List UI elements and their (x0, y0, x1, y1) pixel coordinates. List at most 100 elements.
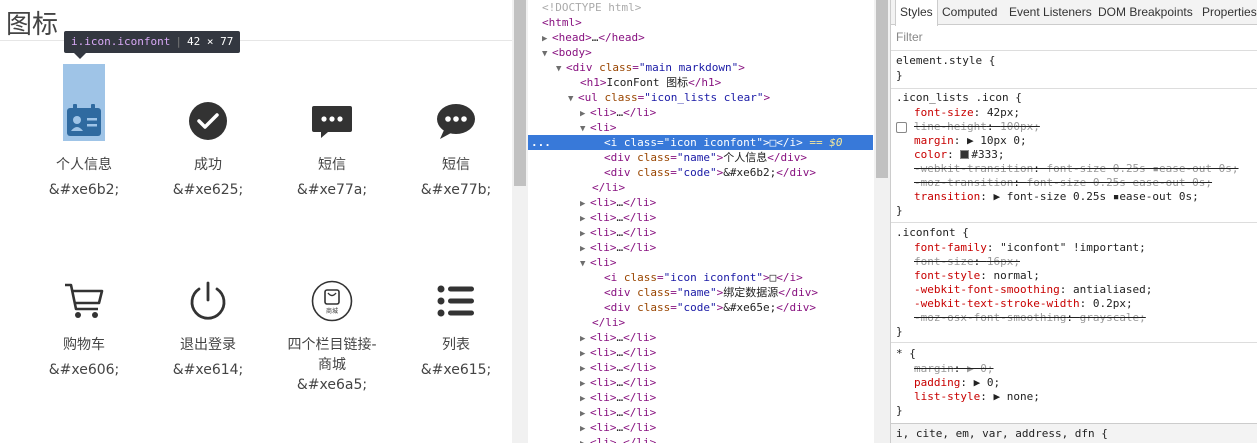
dom-i[interactable]: <i class="icon iconfont">□</i> (528, 270, 873, 285)
brace: } (896, 204, 903, 217)
dom-div-code[interactable]: <div class="code">&#xe65e;</div> (528, 300, 873, 315)
icon-item-sms-square[interactable]: 短信 &#xe77a; (282, 100, 382, 200)
icon-code: &#xe77b; (420, 182, 492, 198)
preview-scrollbar-thumb[interactable] (514, 0, 526, 186)
icon-item-personal-info[interactable]: 个人信息 &#xe6b2; (34, 100, 134, 200)
style-prop[interactable]: padding: ▶ 0; (914, 376, 1000, 390)
dom-li-collapsed[interactable]: ▶<li>…</li> (528, 225, 873, 240)
preview-scrollbar[interactable] (512, 0, 528, 443)
icon-code: &#xe615; (420, 362, 492, 378)
rule-selector[interactable]: .iconfont { (896, 226, 969, 240)
message-round-icon (437, 104, 475, 139)
icon-name: 退出登录 (180, 337, 236, 353)
dom-li-collapsed[interactable]: ▶<li>…</li> (528, 375, 873, 390)
mall-badge-text: 商城 (326, 307, 338, 315)
dom-i-selected[interactable]: ... <i class="icon iconfont">□</i> == $0 (528, 135, 873, 150)
style-prop[interactable]: font-size: 16px; (914, 255, 1020, 269)
style-prop[interactable]: line-height: 100px; (914, 120, 1040, 134)
dom-li-close[interactable]: </li> (528, 315, 873, 330)
styles-filter-input[interactable]: Filter (896, 30, 923, 44)
dom-li-collapsed[interactable]: ▶<li>…</li> (528, 210, 873, 225)
style-prop[interactable]: margin: ▶ 10px 0; (914, 134, 1027, 148)
tab-dom-breakpoints[interactable]: DOM Breakpoints (1098, 0, 1193, 25)
dom-head[interactable]: ▶ <head>…</head> (528, 30, 873, 45)
dom-li-collapsed[interactable]: ▶<li>…</li> (528, 330, 873, 345)
dom-ul[interactable]: ▼ <ul class="icon_lists clear"> (528, 90, 873, 105)
icon-name: 成功 (194, 157, 222, 173)
brace: } (896, 69, 903, 82)
dom-li-collapsed[interactable]: ▶<li>…</li> (528, 360, 873, 375)
icon-item-success[interactable]: 成功 &#xe625; (158, 100, 258, 200)
icon-code: &#xe77a; (296, 182, 368, 198)
dom-li-collapsed[interactable]: ▶<li>…</li> (528, 420, 873, 435)
inherited-rule-selector[interactable]: i, cite, em, var, address, dfn { (891, 423, 1257, 443)
dom-div-code[interactable]: <div class="code">&#xe6b2;</div> (528, 165, 873, 180)
tooltip-arrow (74, 53, 86, 59)
icon-code: &#xe606; (48, 362, 120, 378)
icon-item-list[interactable]: 列表 &#xe615; (406, 280, 506, 380)
dom-div-name[interactable]: <div class="name">个人信息</div> (528, 150, 873, 165)
style-prop[interactable]: -webkit-text-stroke-width: 0.2px; (914, 297, 1133, 311)
list-icon (437, 285, 474, 317)
divider (891, 342, 1257, 343)
divider (891, 50, 1257, 51)
dom-li-collapsed[interactable]: ▶<li>…</li> (528, 195, 873, 210)
dom-li-collapsed[interactable]: ▶<li>…</li> (528, 240, 873, 255)
icon-item-logout[interactable]: 退出登录 &#xe614; (158, 280, 258, 380)
dom-li-collapsed[interactable]: ▶<li>…</li> (528, 405, 873, 420)
style-prop[interactable]: list-style: ▶ none; (914, 390, 1040, 404)
dom-h1[interactable]: <h1>IconFont 图标</h1> (528, 75, 873, 90)
brace: } (896, 325, 903, 338)
style-prop[interactable]: -webkit-transition: font-size 0.25s ▪eas… (914, 162, 1239, 176)
dom-doctype[interactable]: <!DOCTYPE html> (528, 0, 873, 15)
rule-selector[interactable]: * { (896, 347, 916, 361)
icon-name: 短信 (318, 157, 346, 173)
icon-name: 四个栏目链接-商城 (287, 337, 377, 373)
dom-div-name[interactable]: <div class="name">绑定数据源</div> (528, 285, 873, 300)
color-swatch[interactable] (960, 150, 970, 159)
tab-event-listeners[interactable]: Event Listeners (1009, 0, 1092, 25)
tab-styles[interactable]: Styles (895, 0, 938, 26)
tab-computed[interactable]: Computed (942, 0, 997, 25)
dom-div-main[interactable]: ▼ <div class="main markdown"> (528, 60, 873, 75)
style-prop[interactable]: -webkit-font-smoothing: antialiased; (914, 283, 1152, 297)
dom-li-open[interactable]: ▼ <li> (528, 120, 873, 135)
style-prop[interactable]: font-size: 42px; (914, 106, 1020, 120)
icon-item-cart[interactable]: 购物车 &#xe606; (34, 280, 134, 380)
icon-item-sms-round[interactable]: 短信 &#xe77b; (406, 100, 506, 200)
style-prop[interactable]: font-style: normal; (914, 269, 1040, 283)
mall-bag-icon: 商城 (311, 280, 353, 322)
rule-selector[interactable]: .icon_lists .icon { (896, 91, 1022, 105)
style-prop[interactable]: font-family: "iconfont" !important; (914, 241, 1146, 255)
inspect-tooltip: i.icon.iconfont | 42 × 77 (64, 31, 241, 53)
dom-html[interactable]: <html> (528, 15, 873, 30)
elements-scrollbar[interactable] (874, 0, 890, 443)
style-prop[interactable]: transition: ▶ font-size 0.25s ▪ease-out … (914, 190, 1199, 204)
styles-panel: Styles Computed Event Listeners DOM Brea… (890, 0, 1257, 443)
id-card-icon (67, 104, 101, 136)
page-preview: 图标 个人信息 &#xe6b2; 成功 &#xe625; 短信 &#xe77a;… (0, 0, 512, 443)
elements-scrollbar-thumb[interactable] (876, 0, 888, 178)
icon-name: 个人信息 (56, 157, 112, 173)
prop-toggle-checkbox[interactable] (896, 122, 907, 133)
icon-code: &#xe6b2; (48, 182, 120, 198)
style-prop[interactable]: -moz-transition: font-size 0.25s ease-ou… (914, 176, 1212, 190)
style-prop[interactable]: margin: ▶ 0; (914, 362, 994, 376)
divider (891, 222, 1257, 223)
dom-li-collapsed[interactable]: ▶<li>…</li> (528, 435, 873, 443)
styles-tabbar: Styles Computed Event Listeners DOM Brea… (891, 0, 1257, 26)
page-title: 图标 (6, 10, 59, 40)
elements-panel[interactable]: <!DOCTYPE html> <html> ▶ <head>…</head> ▼… (528, 0, 873, 443)
dom-li-close[interactable]: </li> (528, 180, 873, 195)
brace: } (896, 404, 903, 417)
tab-properties[interactable]: Properties (1202, 0, 1257, 25)
element-style-selector[interactable]: element.style { (896, 54, 995, 68)
dom-li-collapsed[interactable]: ▶<li>…</li> (528, 390, 873, 405)
icon-item-mall[interactable]: 商城 四个栏目链接-商城 &#xe6a5; (282, 280, 382, 395)
dom-li-open[interactable]: ▼ <li> (528, 255, 873, 270)
dom-li-collapsed[interactable]: ▶<li>…</li> (528, 105, 873, 120)
style-prop[interactable]: -moz-osx-font-smoothing: grayscale; (914, 311, 1146, 325)
dom-li-collapsed[interactable]: ▶<li>…</li> (528, 345, 873, 360)
style-prop[interactable]: color: #333; (914, 148, 1005, 162)
dom-body[interactable]: ▼ <body> (528, 45, 873, 60)
